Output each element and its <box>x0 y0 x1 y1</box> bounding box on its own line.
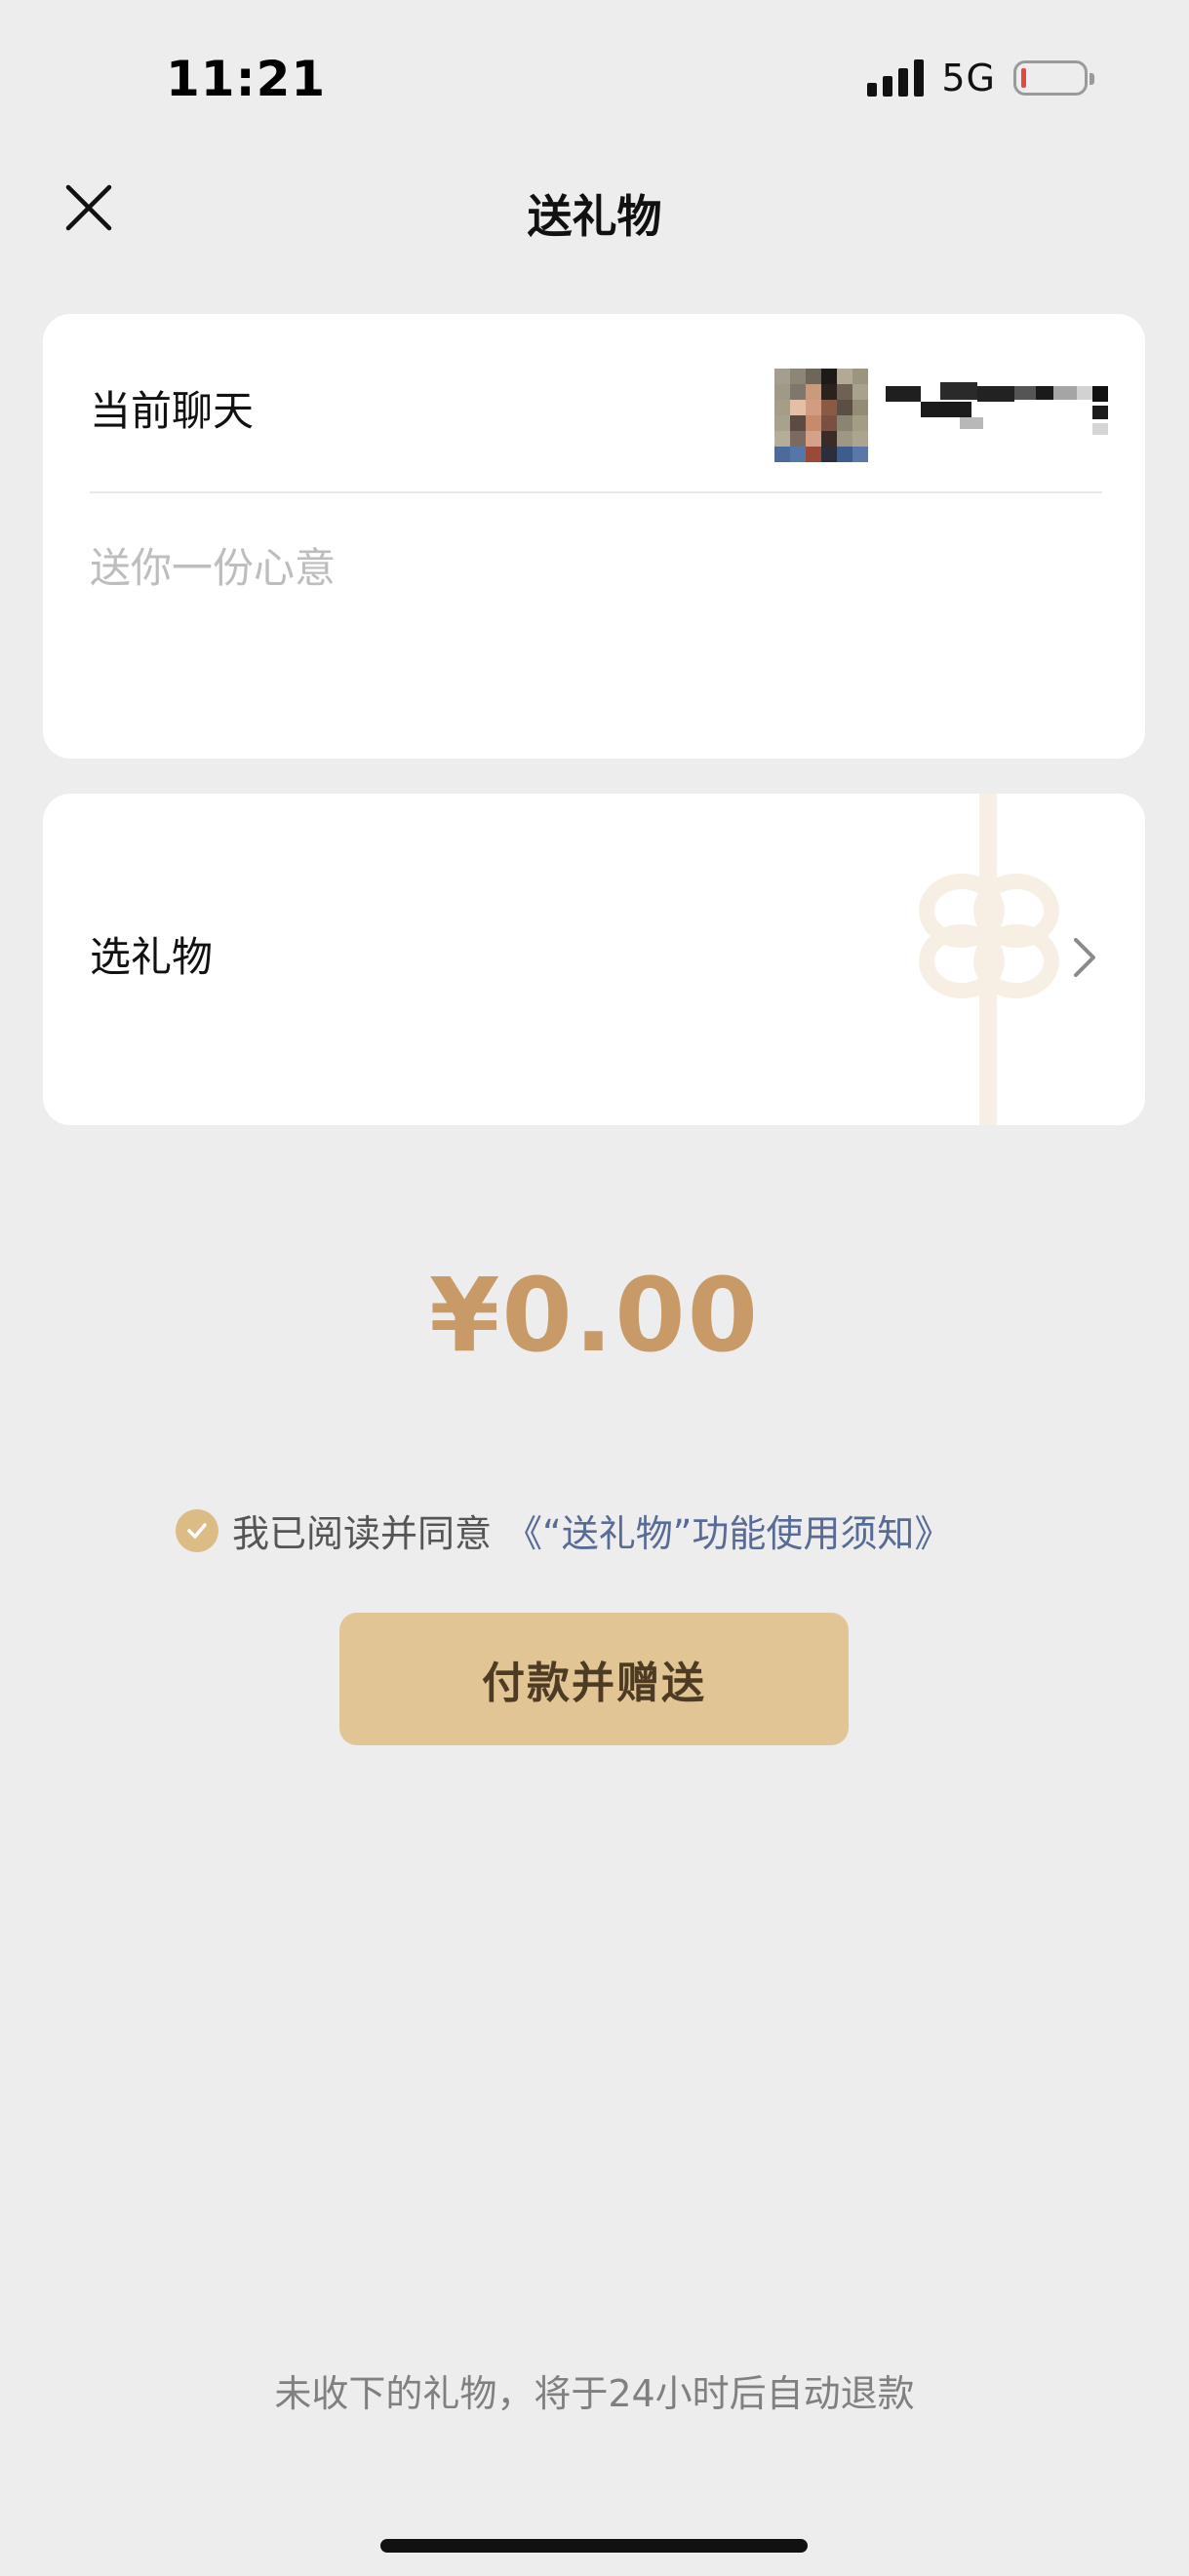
gift-amount: ¥0.00 <box>429 1256 760 1375</box>
chevron-right-icon <box>1074 938 1095 977</box>
contact-name-redacted <box>886 369 1108 462</box>
home-indicator[interactable] <box>380 2539 808 2553</box>
terms-link[interactable]: 《“送礼物”功能使用须知》 <box>505 1503 951 1557</box>
choose-gift-card[interactable]: 选礼物 <box>43 794 1145 1125</box>
ribbon-bow-icon <box>919 794 1059 1125</box>
network-type: 5G <box>941 57 996 99</box>
status-indicators: 5G <box>867 57 1094 99</box>
refund-note: 未收下的礼物，将于24小时后自动退款 <box>274 2372 915 2415</box>
agreement-text: 我已阅读并同意 <box>232 1512 493 1555</box>
avatar <box>774 369 868 462</box>
current-chat-label: 当前聊天 <box>90 387 255 435</box>
agreement-row: 我已阅读并同意 《“送礼物”功能使用须知》 <box>176 1503 951 1557</box>
choose-gift-label: 选礼物 <box>90 933 214 981</box>
battery-level <box>1021 68 1026 88</box>
chat-recipient[interactable] <box>774 369 1108 462</box>
card-divider <box>90 491 1102 493</box>
pay-and-send-button[interactable]: 付款并赠送 <box>339 1613 849 1745</box>
chat-card: 当前聊天 <box>43 314 1145 759</box>
gift-message-input[interactable] <box>90 544 1065 592</box>
check-icon <box>187 1522 207 1539</box>
page-title: 送礼物 <box>527 190 662 243</box>
status-time: 11:21 <box>166 51 327 107</box>
cellular-signal-icon <box>867 59 925 97</box>
agreement-checkbox[interactable] <box>176 1508 218 1552</box>
battery-icon <box>1013 60 1094 96</box>
